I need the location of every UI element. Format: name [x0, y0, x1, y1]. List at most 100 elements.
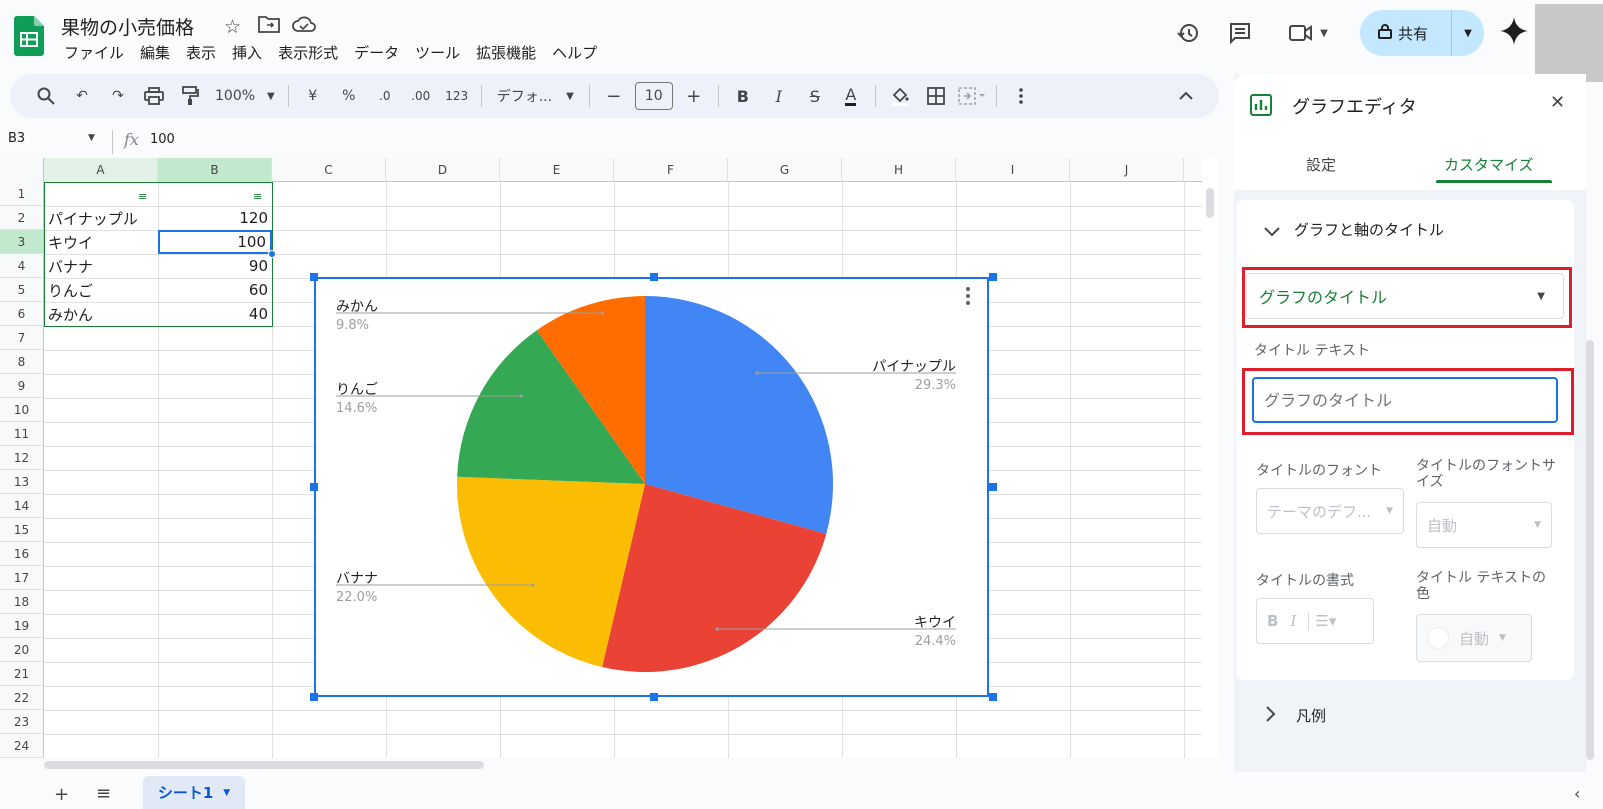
- more-options-icon[interactable]: [1006, 81, 1036, 111]
- tab-customize[interactable]: カスタマイズ: [1444, 154, 1534, 175]
- row-header-11[interactable]: 11: [0, 422, 44, 446]
- cell-a5[interactable]: りんご: [44, 278, 158, 302]
- merge-cells-icon[interactable]: [957, 81, 987, 111]
- row-header-3[interactable]: 3: [0, 230, 44, 254]
- row-header-2[interactable]: 2: [0, 206, 44, 230]
- name-box[interactable]: B3 ▼: [8, 131, 104, 146]
- cloud-status-icon[interactable]: [292, 15, 316, 33]
- column-header-d[interactable]: D: [386, 158, 500, 182]
- menu-edit[interactable]: 編集: [132, 42, 178, 63]
- column-header-b[interactable]: B: [158, 158, 272, 182]
- panel-scrollbar[interactable]: [1586, 340, 1594, 760]
- row-header-17[interactable]: 17: [0, 566, 44, 590]
- all-sheets-icon[interactable]: ≡: [96, 783, 111, 804]
- row-header-10[interactable]: 10: [0, 398, 44, 422]
- row-header-20[interactable]: 20: [0, 638, 44, 662]
- row-header-12[interactable]: 12: [0, 446, 44, 470]
- row-header-15[interactable]: 15: [0, 518, 44, 542]
- column-header-i[interactable]: I: [956, 158, 1070, 182]
- text-color-icon[interactable]: A: [836, 81, 866, 111]
- resize-handle[interactable]: [989, 693, 997, 701]
- share-main-button[interactable]: 共有: [1360, 10, 1452, 56]
- font-size-increase-icon[interactable]: +: [679, 81, 709, 111]
- tab-setup[interactable]: 設定: [1306, 154, 1336, 175]
- column-header-a[interactable]: A: [44, 158, 158, 182]
- title-type-dropdown[interactable]: グラフのタイトル ▼: [1246, 273, 1564, 319]
- resize-handle[interactable]: [650, 693, 658, 701]
- title-text-input[interactable]: [1252, 377, 1558, 423]
- document-title[interactable]: 果物の小売価格: [61, 13, 194, 40]
- horizontal-scrollbar[interactable]: [44, 761, 484, 769]
- font-size-decrease-icon[interactable]: −: [599, 81, 629, 111]
- row-header-13[interactable]: 13: [0, 470, 44, 494]
- share-dropdown-icon[interactable]: ▼: [1452, 28, 1484, 39]
- undo-icon[interactable]: ↶: [67, 81, 97, 111]
- menu-extensions[interactable]: 拡張機能: [468, 42, 544, 63]
- sheet-tab-active[interactable]: シート1 ▼: [143, 776, 245, 809]
- row-header-14[interactable]: 14: [0, 494, 44, 518]
- title-font-size-select[interactable]: 自動 ▼: [1416, 502, 1552, 548]
- row-header-24[interactable]: 24: [0, 734, 44, 758]
- percent-button[interactable]: %: [334, 81, 364, 111]
- font-select[interactable]: デフォ... ▼: [491, 81, 580, 111]
- print-icon[interactable]: [139, 81, 169, 111]
- close-icon[interactable]: ✕: [1550, 92, 1565, 113]
- cell-b5[interactable]: 60: [158, 278, 272, 302]
- borders-icon[interactable]: [921, 81, 951, 111]
- title-font-select[interactable]: テーマのデフ... ▼: [1256, 488, 1404, 534]
- cell-a6[interactable]: みかん: [44, 302, 158, 326]
- resize-handle[interactable]: [989, 273, 997, 281]
- title-color-select[interactable]: 自動 ▼: [1416, 614, 1532, 662]
- title-bold-button[interactable]: B: [1267, 612, 1278, 630]
- menu-format[interactable]: 表示形式: [270, 42, 346, 63]
- column-header-g[interactable]: G: [728, 158, 842, 182]
- more-formats-button[interactable]: 123: [442, 81, 472, 111]
- strikethrough-icon[interactable]: S: [800, 81, 830, 111]
- select-all-corner[interactable]: [0, 158, 44, 182]
- row-header-1[interactable]: 1: [0, 182, 44, 206]
- add-sheet-icon[interactable]: +: [54, 784, 69, 805]
- paint-format-icon[interactable]: [175, 81, 205, 111]
- gemini-sparkle-icon[interactable]: [1500, 17, 1528, 45]
- column-header-c[interactable]: C: [272, 158, 386, 182]
- row-header-9[interactable]: 9: [0, 374, 44, 398]
- cell-a2[interactable]: パイナップル: [44, 206, 158, 230]
- menu-tools[interactable]: ツール: [407, 42, 468, 63]
- bold-button[interactable]: B: [728, 81, 758, 111]
- row-header-19[interactable]: 19: [0, 614, 44, 638]
- menu-data[interactable]: データ: [346, 42, 407, 63]
- menu-help[interactable]: ヘルプ: [544, 42, 605, 63]
- resize-handle[interactable]: [310, 693, 318, 701]
- menu-file[interactable]: ファイル: [56, 42, 132, 63]
- star-icon[interactable]: ☆: [224, 16, 241, 38]
- cell-b3-selected[interactable]: 100: [158, 230, 272, 254]
- formula-input[interactable]: 100: [150, 132, 175, 147]
- cell-b2[interactable]: 120: [158, 206, 272, 230]
- cell-a4[interactable]: バナナ: [44, 254, 158, 278]
- currency-button[interactable]: ¥: [298, 81, 328, 111]
- explore-collapse-icon[interactable]: ‹: [1574, 784, 1580, 803]
- row-header-23[interactable]: 23: [0, 710, 44, 734]
- pie-chart[interactable]: パイナップル 29.3% キウイ 24.4% バナナ 22.0% りんご 14.6% みかん 9.…: [314, 277, 989, 697]
- row-header-7[interactable]: 7: [0, 326, 44, 350]
- italic-button[interactable]: I: [764, 81, 794, 111]
- redo-icon[interactable]: ↷: [103, 81, 133, 111]
- row-header-22[interactable]: 22: [0, 686, 44, 710]
- sheets-logo-icon[interactable]: [14, 16, 44, 56]
- meet-video-icon[interactable]: ▼: [1282, 16, 1334, 50]
- move-folder-icon[interactable]: [258, 15, 280, 33]
- filter-icon-b[interactable]: ≡: [253, 190, 262, 203]
- fill-color-icon[interactable]: [885, 81, 915, 111]
- filter-icon-a[interactable]: ≡: [138, 190, 147, 203]
- column-header-j[interactable]: J: [1070, 158, 1184, 182]
- row-header-18[interactable]: 18: [0, 590, 44, 614]
- zoom-select[interactable]: 100% ▼: [211, 81, 279, 111]
- resize-handle[interactable]: [989, 483, 997, 491]
- chevron-down-icon[interactable]: [1264, 222, 1280, 241]
- chart-menu-icon[interactable]: [966, 287, 970, 309]
- resize-handle[interactable]: [310, 273, 318, 281]
- collapse-toolbar-icon[interactable]: [1171, 81, 1201, 111]
- cell-b4[interactable]: 90: [158, 254, 272, 278]
- row-header-5[interactable]: 5: [0, 278, 44, 302]
- resize-handle[interactable]: [650, 273, 658, 281]
